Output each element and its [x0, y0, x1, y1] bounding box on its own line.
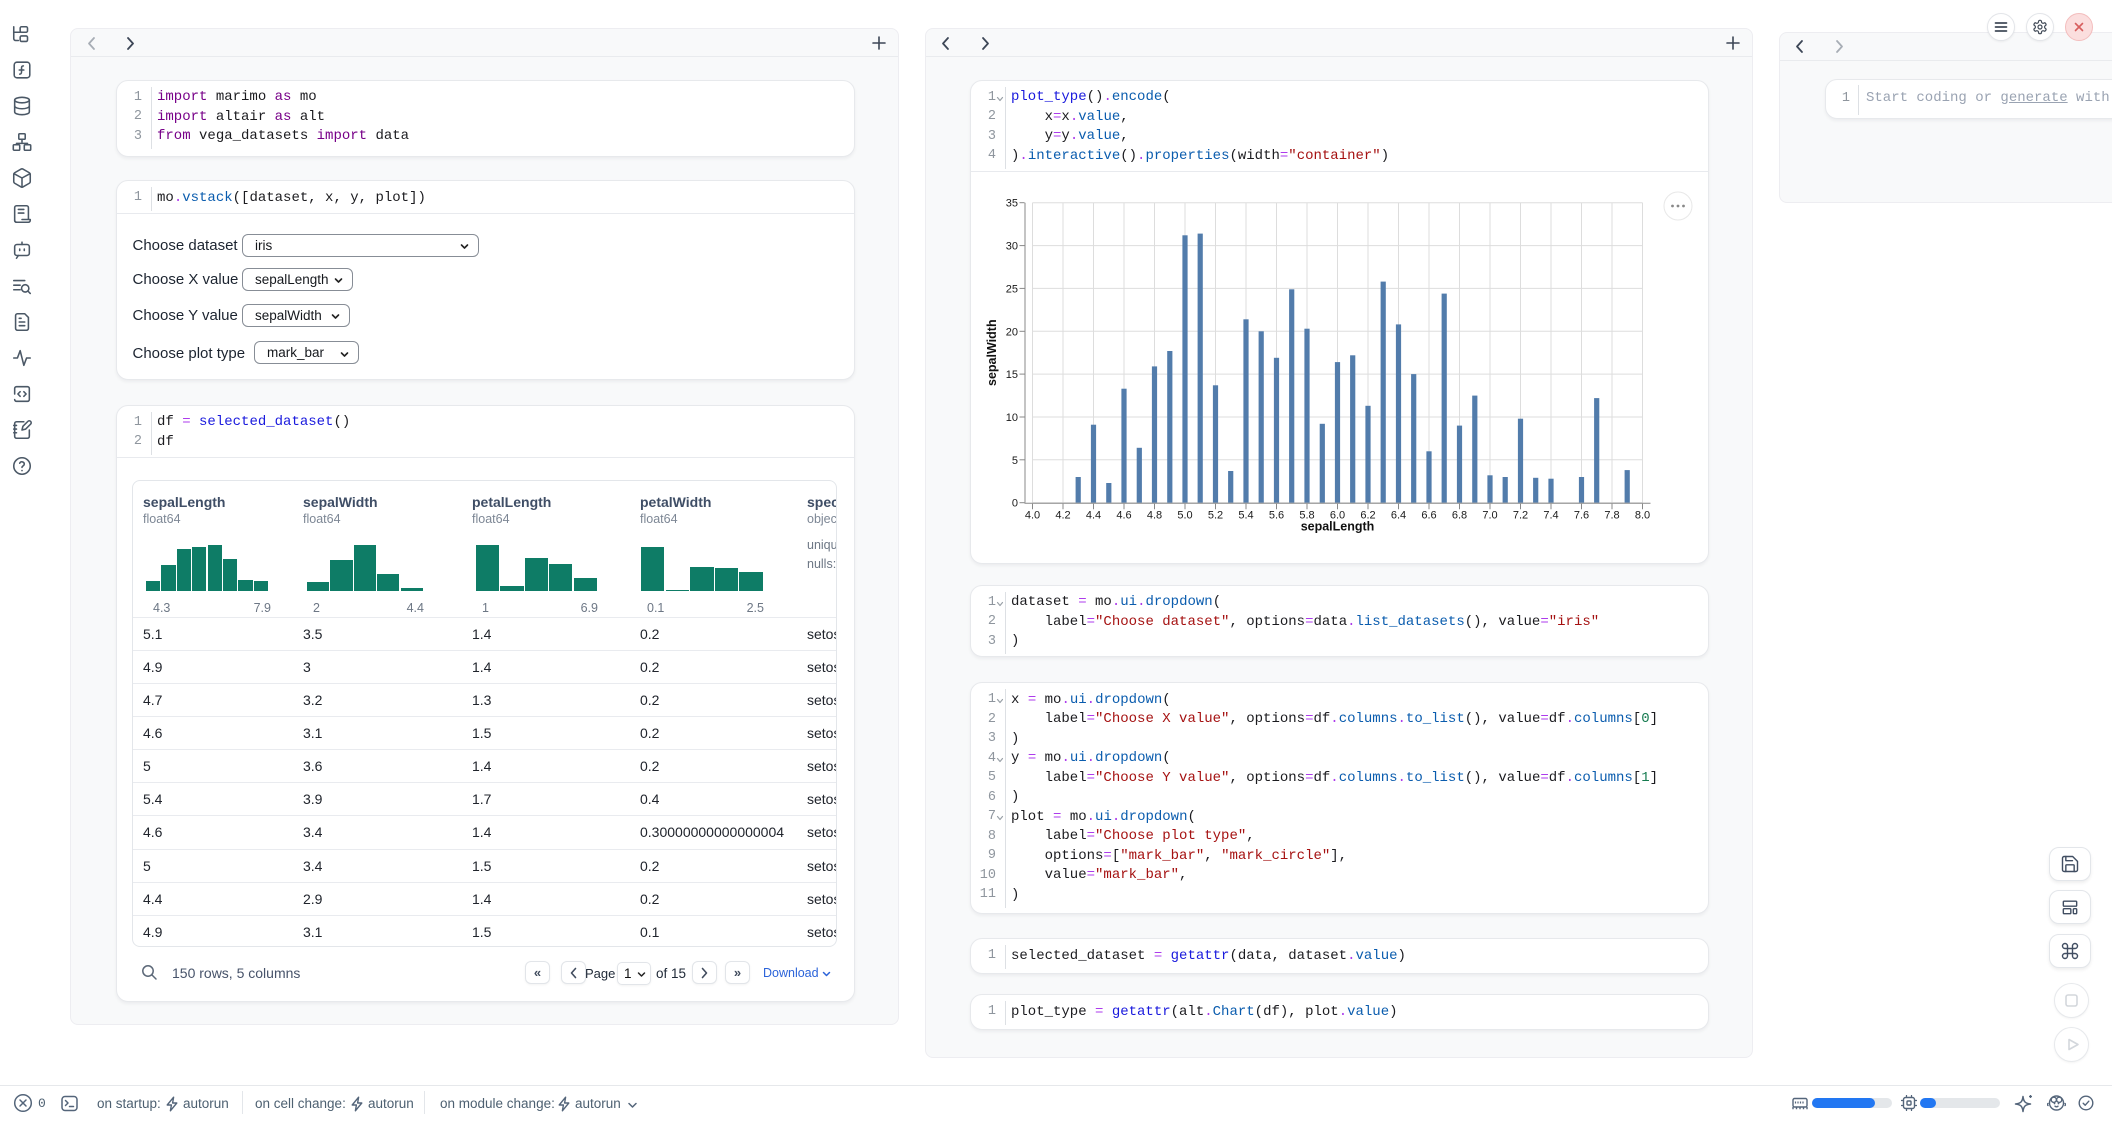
svg-text:10: 10: [1006, 412, 1018, 424]
svg-text:4.6: 4.6: [1116, 510, 1131, 522]
svg-text:6.4: 6.4: [1391, 510, 1406, 522]
svg-text:7.4: 7.4: [1543, 510, 1558, 522]
svg-text:6.6: 6.6: [1421, 510, 1436, 522]
svg-text:5.0: 5.0: [1177, 510, 1192, 522]
svg-text:7.0: 7.0: [1482, 510, 1497, 522]
svg-text:25: 25: [1006, 283, 1018, 295]
svg-text:6.8: 6.8: [1452, 510, 1467, 522]
svg-text:0: 0: [1012, 498, 1018, 510]
svg-text:7.8: 7.8: [1604, 510, 1619, 522]
svg-text:4.2: 4.2: [1055, 510, 1070, 522]
svg-text:15: 15: [1006, 369, 1018, 381]
svg-text:7.6: 7.6: [1574, 510, 1589, 522]
svg-text:8.0: 8.0: [1635, 510, 1650, 522]
svg-text:35: 35: [1006, 198, 1018, 210]
svg-text:4.0: 4.0: [1025, 510, 1040, 522]
svg-text:4.8: 4.8: [1147, 510, 1162, 522]
svg-text:sepalLength: sepalLength: [1301, 520, 1375, 534]
svg-text:7.2: 7.2: [1513, 510, 1528, 522]
svg-text:sepalWidth: sepalWidth: [985, 319, 999, 386]
svg-text:5.4: 5.4: [1238, 510, 1253, 522]
svg-text:5.6: 5.6: [1269, 510, 1284, 522]
svg-text:5.2: 5.2: [1208, 510, 1223, 522]
svg-text:20: 20: [1006, 326, 1018, 338]
svg-text:5: 5: [1012, 455, 1018, 467]
svg-text:30: 30: [1006, 241, 1018, 253]
svg-text:4.4: 4.4: [1086, 510, 1101, 522]
